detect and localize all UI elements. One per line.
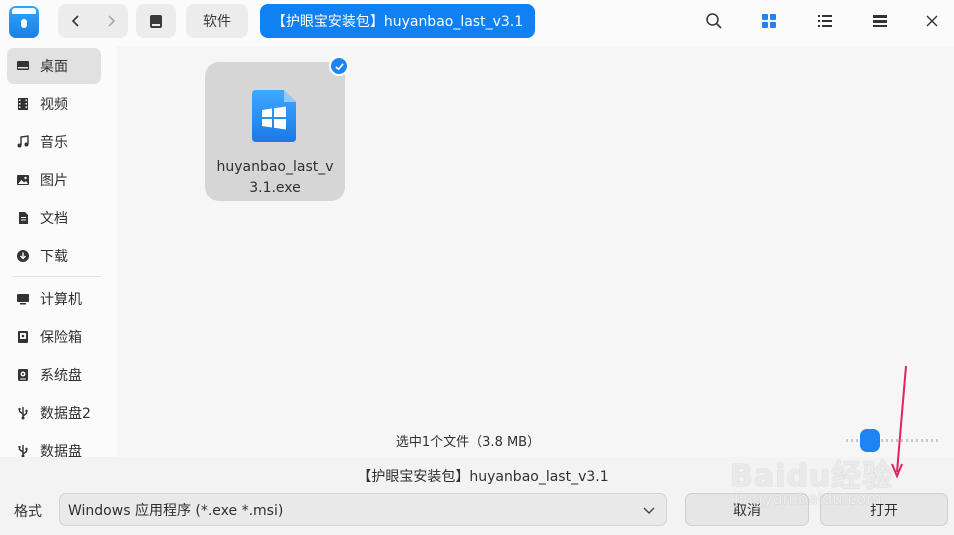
sidebar-item-computer[interactable]: 计算机 bbox=[7, 281, 101, 317]
disk-icon bbox=[16, 368, 30, 382]
chevron-down-icon bbox=[643, 507, 655, 514]
breadcrumb-current[interactable]: 【护眼宝安装包】huyanbao_last_v3.1 bbox=[260, 4, 535, 38]
sidebar-item-label: 文档 bbox=[40, 211, 68, 227]
sidebar: 桌面 视频 音乐 图片 文档 下载 计算机 保险箱 系统盘 数据盘2 数据盘 bbox=[0, 46, 117, 457]
sidebar-item-system-disk[interactable]: 系统盘 bbox=[7, 357, 101, 393]
selection-status: 选中1个文件（3.8 MB） bbox=[395, 435, 541, 450]
chevron-left-icon bbox=[71, 15, 79, 27]
document-icon bbox=[16, 211, 30, 225]
sidebar-item-label: 音乐 bbox=[40, 135, 68, 151]
video-icon bbox=[16, 97, 30, 111]
sidebar-item-documents[interactable]: 文档 bbox=[7, 200, 101, 236]
filename-field[interactable]: 【护眼宝安装包】huyanbao_last_v3.1 bbox=[300, 466, 666, 486]
sidebar-item-label: 桌面 bbox=[40, 59, 68, 75]
drive-icon bbox=[150, 14, 162, 28]
list-view-button[interactable] bbox=[814, 10, 836, 32]
sidebar-item-videos[interactable]: 视频 bbox=[7, 86, 101, 122]
detail-view-icon bbox=[873, 15, 887, 27]
detail-view-button[interactable] bbox=[869, 10, 891, 32]
sidebar-item-label: 下载 bbox=[40, 249, 68, 265]
icon-view-button[interactable] bbox=[758, 10, 780, 32]
chevron-right-icon bbox=[107, 15, 115, 27]
breadcrumb-parent[interactable]: 软件 bbox=[186, 4, 248, 38]
music-icon bbox=[16, 135, 30, 149]
selected-check-icon bbox=[329, 56, 349, 76]
sidebar-item-label: 数据盘2 bbox=[40, 406, 91, 422]
back-button[interactable] bbox=[58, 4, 93, 38]
sidebar-item-pictures[interactable]: 图片 bbox=[7, 162, 101, 198]
sidebar-item-music[interactable]: 音乐 bbox=[7, 124, 101, 160]
sidebar-item-desktop[interactable]: 桌面 bbox=[7, 48, 101, 84]
format-select-value: Windows 应用程序 (*.exe *.msi) bbox=[68, 502, 284, 519]
format-label: 格式 bbox=[14, 504, 42, 520]
search-button[interactable] bbox=[703, 10, 725, 32]
file-name: huyanbao_last_v3.1.exe bbox=[216, 159, 334, 196]
desktop-icon bbox=[16, 59, 30, 73]
icon-size-slider-handle[interactable] bbox=[860, 429, 880, 452]
safe-icon bbox=[16, 330, 30, 344]
sidebar-item-data-disk[interactable]: 数据盘 bbox=[7, 433, 101, 457]
sidebar-item-downloads[interactable]: 下载 bbox=[7, 238, 101, 274]
download-icon bbox=[16, 249, 30, 263]
picture-icon bbox=[16, 173, 30, 187]
usb-icon bbox=[16, 406, 30, 420]
usb-icon bbox=[16, 444, 30, 457]
title-bar: 软件 【护眼宝安装包】huyanbao_last_v3.1 bbox=[0, 0, 954, 46]
watermark-url: jingyan.baidu.com bbox=[734, 489, 882, 508]
grid-view-icon bbox=[762, 14, 776, 28]
sidebar-item-label: 系统盘 bbox=[40, 368, 82, 384]
sidebar-item-label: 计算机 bbox=[40, 292, 82, 308]
sidebar-item-label: 图片 bbox=[40, 173, 68, 189]
close-button[interactable] bbox=[921, 10, 943, 32]
forward-button[interactable] bbox=[93, 4, 128, 38]
sidebar-divider bbox=[12, 276, 102, 277]
sidebar-item-data-disk-2[interactable]: 数据盘2 bbox=[7, 395, 101, 431]
close-icon bbox=[926, 15, 938, 27]
file-manager-logo-icon bbox=[9, 6, 39, 38]
search-icon bbox=[706, 13, 722, 29]
computer-icon bbox=[16, 292, 30, 306]
sidebar-item-label: 视频 bbox=[40, 97, 68, 113]
sidebar-item-label: 数据盘 bbox=[40, 444, 82, 457]
sidebar-item-safe[interactable]: 保险箱 bbox=[7, 319, 101, 355]
list-view-icon bbox=[818, 15, 832, 27]
navigation-buttons bbox=[58, 4, 128, 38]
sidebar-item-label: 保险箱 bbox=[40, 330, 82, 346]
breadcrumb-root-button[interactable] bbox=[136, 4, 176, 38]
format-select[interactable]: Windows 应用程序 (*.exe *.msi) bbox=[59, 493, 667, 526]
exe-file-icon bbox=[252, 90, 296, 142]
watermark: Baidu经验 jingyan.baidu.com bbox=[730, 451, 930, 513]
